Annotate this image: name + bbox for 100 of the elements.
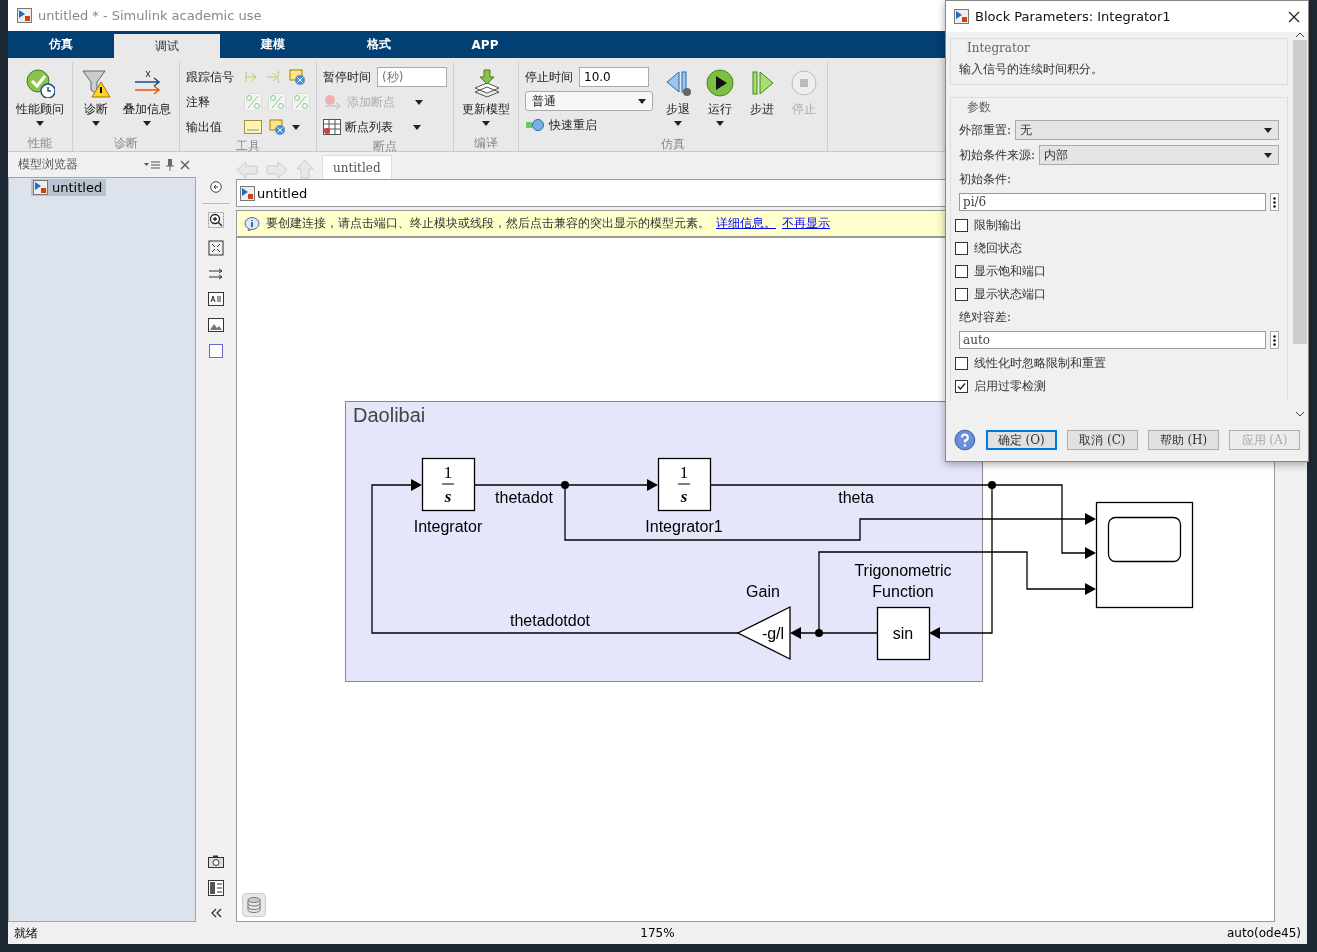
checkbox[interactable] bbox=[955, 264, 968, 278]
toolbar-button[interactable]: 叠加信息 bbox=[121, 66, 173, 135]
dropdown[interactable]: 普通 bbox=[525, 91, 653, 111]
checkbox-label: 启用过零检测 bbox=[974, 377, 1046, 395]
database-button[interactable] bbox=[242, 893, 266, 917]
toolbar-button[interactable]: 断点列表 bbox=[323, 116, 447, 138]
close-icon bbox=[180, 159, 190, 170]
toolbar-button[interactable]: 步退 bbox=[661, 66, 695, 136]
toolbar-button[interactable]: 性能顾问 bbox=[14, 66, 66, 135]
caret-icon bbox=[292, 124, 300, 130]
up-arrow-icon bbox=[296, 159, 314, 179]
back-circle-icon bbox=[210, 181, 222, 193]
checkbox[interactable] bbox=[955, 356, 968, 370]
percent-icon bbox=[244, 93, 262, 111]
checkbox[interactable] bbox=[955, 241, 968, 255]
caret-icon bbox=[413, 124, 421, 130]
description: 输入信号的连续时间积分。 bbox=[959, 61, 1104, 78]
dialog-button[interactable]: 取消 (C) bbox=[1066, 430, 1138, 450]
vertical-dots-icon bbox=[1273, 334, 1276, 346]
collapse-icon bbox=[210, 908, 222, 918]
close-icon bbox=[1288, 10, 1300, 23]
field-label: 停止时间 bbox=[525, 68, 573, 86]
ribbon-tab[interactable]: 调试 bbox=[114, 34, 220, 58]
clear-icon bbox=[268, 118, 286, 136]
signal-label: thetadotdot bbox=[509, 612, 591, 629]
model-icon bbox=[17, 8, 32, 23]
database-icon bbox=[247, 897, 261, 913]
integrator-block bbox=[421, 457, 476, 512]
input-field[interactable]: 10.0 bbox=[579, 67, 649, 87]
checkbox[interactable] bbox=[955, 379, 968, 393]
model-icon bbox=[954, 9, 969, 24]
check-clock-icon bbox=[25, 68, 55, 98]
restart-icon bbox=[525, 118, 545, 132]
dialog-button[interactable]: 确定 (O) bbox=[985, 430, 1057, 450]
model-tab[interactable]: untitled bbox=[322, 155, 392, 179]
toolbar-button[interactable]: 快速重启 bbox=[525, 114, 653, 136]
toolbar-button[interactable]: 诊断 bbox=[79, 66, 113, 135]
solver-text: auto(ode45) bbox=[1226, 926, 1301, 940]
input-field[interactable]: auto bbox=[959, 331, 1266, 349]
model-icon bbox=[33, 180, 48, 195]
field-label: 暂停时间 bbox=[323, 68, 371, 86]
arrows-icon bbox=[208, 268, 224, 280]
toolbar-button[interactable]: 步进 bbox=[745, 66, 779, 136]
input-field[interactable]: (秒) bbox=[377, 67, 447, 87]
arrow-out-icon bbox=[266, 68, 282, 86]
info-icon bbox=[244, 216, 260, 231]
ribbon-tab[interactable]: APP bbox=[432, 31, 538, 58]
checkbox-label: 绕回状态 bbox=[974, 239, 1022, 257]
arrows-icon bbox=[132, 68, 162, 98]
block-label: Trigonometric bbox=[854, 562, 952, 579]
tool-label: 注释 bbox=[186, 93, 211, 111]
field-label: 初始条件: bbox=[959, 170, 1013, 188]
caret-icon bbox=[638, 98, 646, 104]
dropdown[interactable]: 内部 bbox=[1039, 145, 1279, 165]
tree-item[interactable]: untitled bbox=[31, 179, 107, 196]
tool-label: 跟踪信号 bbox=[186, 68, 235, 86]
tool-label: 输出值 bbox=[186, 118, 223, 136]
checkbox-label: 显示饱和端口 bbox=[974, 262, 1046, 280]
image-icon bbox=[208, 318, 224, 332]
field-label: 外部重置: bbox=[959, 121, 1012, 139]
caret-icon bbox=[674, 121, 682, 126]
funnel-warning-icon bbox=[81, 68, 111, 98]
scrollbar[interactable] bbox=[1292, 32, 1308, 423]
field-label: 绝对容差: bbox=[959, 308, 1013, 326]
status-text: 就绪 bbox=[14, 924, 39, 942]
input-field[interactable]: pi/6 bbox=[959, 193, 1266, 211]
info-link[interactable]: 不再显示 bbox=[782, 215, 830, 232]
transfer-numerator: 1 bbox=[679, 463, 689, 482]
scroll-up-icon bbox=[1295, 32, 1305, 38]
zoom-in-icon bbox=[208, 212, 224, 228]
breadcrumb-link[interactable]: untitled bbox=[257, 185, 308, 201]
checkbox[interactable] bbox=[955, 218, 968, 232]
window-title: untitled * - Simulink academic use bbox=[38, 8, 262, 23]
fit-view-icon bbox=[208, 240, 224, 256]
camera-icon bbox=[208, 855, 224, 868]
info-link[interactable]: 详细信息。 bbox=[716, 215, 776, 232]
signal-label: theta bbox=[838, 489, 874, 506]
gain-block bbox=[736, 605, 791, 661]
dropdown[interactable]: 无 bbox=[1015, 120, 1279, 140]
group-label: 断点 bbox=[372, 138, 398, 154]
ribbon-tab[interactable]: 格式 bbox=[326, 31, 432, 58]
percent-icon bbox=[292, 93, 310, 111]
checkbox[interactable] bbox=[955, 287, 968, 301]
toolbar-button[interactable]: 运行 bbox=[703, 66, 737, 136]
signal-label: thetadot bbox=[495, 489, 553, 506]
caret-icon bbox=[1264, 127, 1272, 133]
function-name: sin bbox=[892, 625, 914, 642]
stop-icon bbox=[789, 68, 819, 98]
more-button[interactable] bbox=[1270, 193, 1279, 211]
block-label: Gain bbox=[746, 583, 780, 600]
clear-icon bbox=[288, 68, 306, 86]
ribbon-tab[interactable]: 仿真 bbox=[8, 31, 114, 58]
toolbar-button[interactable]: 更新模型 bbox=[460, 66, 512, 135]
ribbon-tab[interactable]: 建模 bbox=[220, 31, 326, 58]
group-label: 编译 bbox=[473, 135, 499, 151]
group-label: 工具 bbox=[235, 138, 261, 154]
transfer-denominator: s bbox=[444, 487, 452, 506]
dialog-button[interactable]: 帮助 (H) bbox=[1147, 430, 1219, 450]
field-label: 初始条件来源: bbox=[959, 146, 1036, 164]
more-button[interactable] bbox=[1270, 331, 1279, 349]
